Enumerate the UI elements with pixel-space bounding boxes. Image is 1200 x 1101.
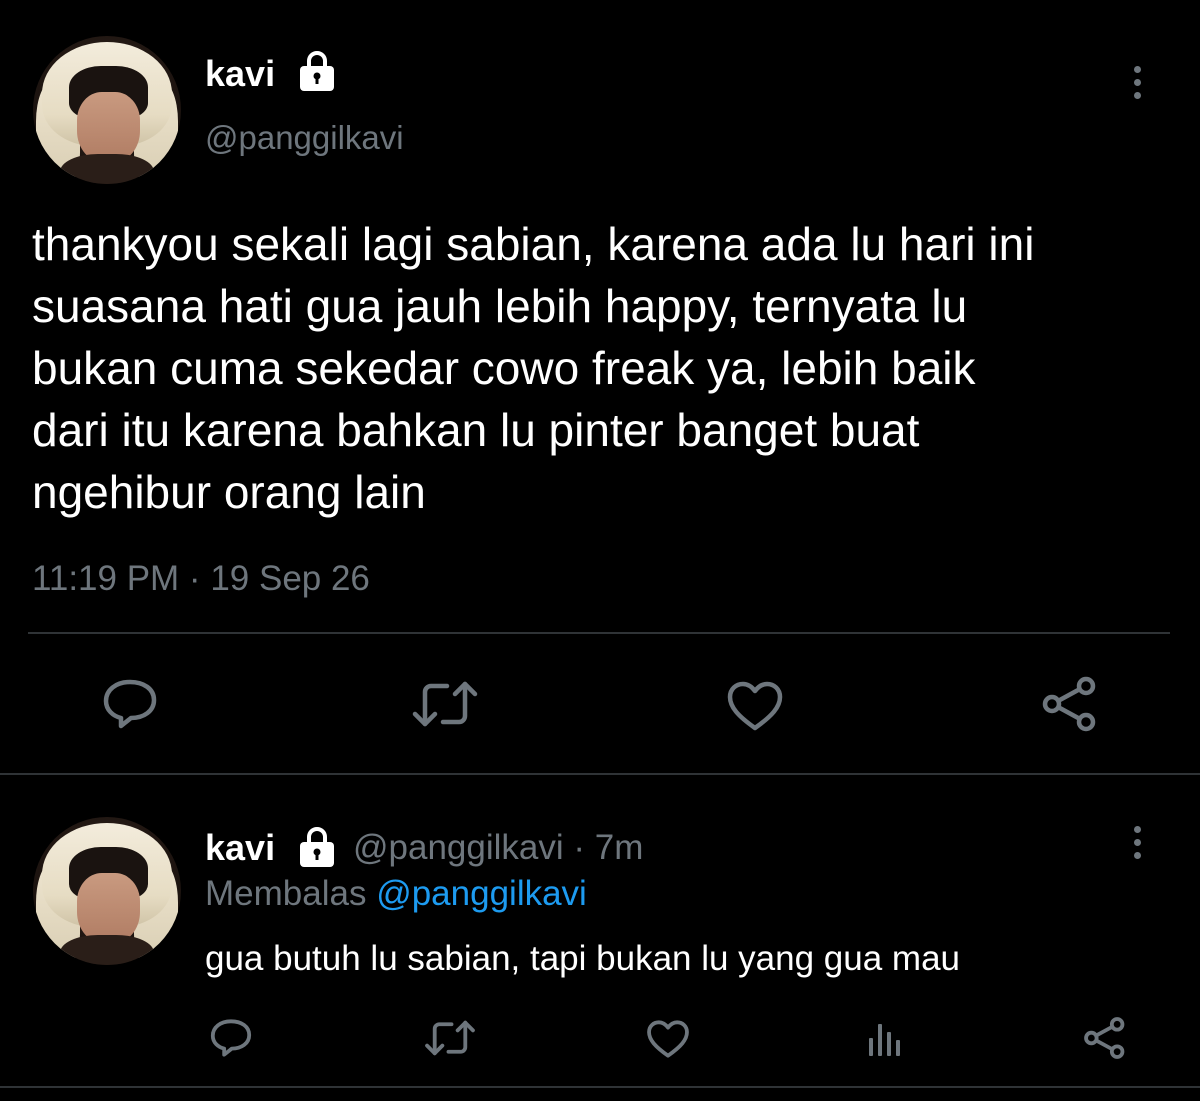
reply-icon[interactable] bbox=[209, 1018, 253, 1058]
heart-icon[interactable] bbox=[646, 1019, 690, 1059]
analytics-icon[interactable] bbox=[866, 1020, 904, 1058]
replying-to-label: Membalas bbox=[205, 874, 367, 913]
replying-to: Membalas @panggilkavi bbox=[205, 872, 587, 916]
tweet-text: thankyou sekali lagi sabian, karena ada … bbox=[32, 218, 1035, 518]
tweet-timestamp[interactable]: 11:19 PM · 19 Sep 26 bbox=[32, 558, 370, 600]
main-tweet: kavi @panggilkavi thankyou sekali lagi s… bbox=[0, 0, 1200, 775]
display-name[interactable]: kavi bbox=[205, 52, 275, 96]
replying-to-mention[interactable]: @panggilkavi bbox=[376, 874, 587, 913]
more-vertical-icon[interactable] bbox=[1131, 826, 1143, 865]
reply-icon[interactable] bbox=[101, 678, 159, 730]
retweet-icon[interactable] bbox=[411, 678, 479, 730]
divider bbox=[0, 1086, 1200, 1088]
reply-display-name-wrap: kavi bbox=[205, 826, 275, 878]
avatar[interactable] bbox=[33, 36, 181, 184]
more-vertical-icon[interactable] bbox=[1131, 66, 1143, 105]
user-handle[interactable]: @panggilkavi bbox=[205, 118, 404, 158]
share-icon[interactable] bbox=[1041, 676, 1099, 732]
avatar[interactable] bbox=[33, 817, 181, 965]
retweet-icon[interactable] bbox=[424, 1018, 476, 1058]
handle-and-time[interactable]: @panggilkavi · 7m bbox=[353, 826, 643, 870]
divider bbox=[28, 632, 1170, 634]
heart-icon[interactable] bbox=[726, 680, 784, 732]
tweet-text: gua butuh lu sabian, tapi bukan lu yang … bbox=[205, 939, 961, 978]
divider bbox=[0, 773, 1200, 775]
share-icon[interactable] bbox=[1083, 1016, 1127, 1060]
lock-icon bbox=[297, 50, 337, 94]
lock-icon bbox=[297, 826, 337, 870]
display-name[interactable]: kavi bbox=[205, 827, 275, 868]
